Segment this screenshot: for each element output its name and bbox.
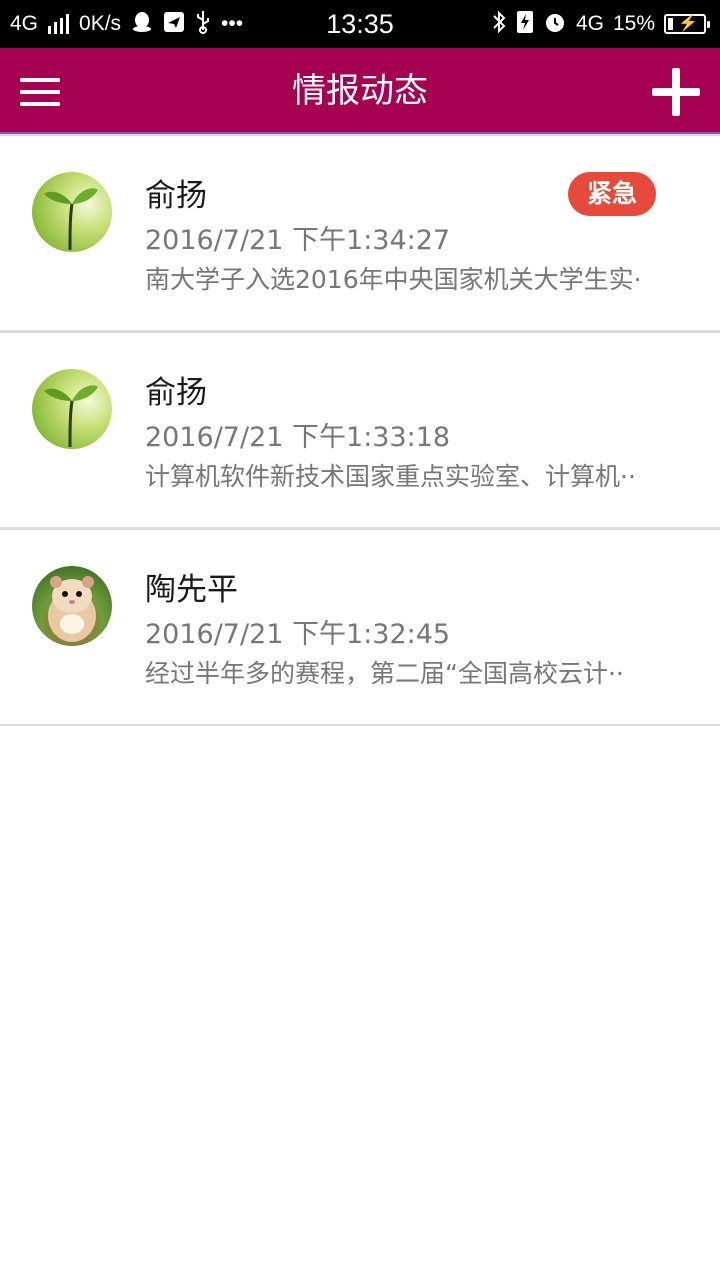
summary-text: 经过半年多的赛程，第二届“全国高校云计·· [145,659,624,688]
urgent-badge: 紧急 [568,172,656,216]
timestamp: 2016/7/21 下午1:32:45 [145,619,451,650]
list-item[interactable]: 陶先平 2016/7/21 下午1:32:45 经过半年多的赛程，第二届“全国高… [0,530,720,724]
usb-icon [195,10,211,38]
page-title: 情报动态 [292,71,428,111]
hamster-icon [48,576,96,642]
intel-list: 俞扬 紧急 2016/7/21 下午1:34:27 南大学子入选2016年中央国… [0,134,720,726]
sender-name: 陶先平 [145,572,238,608]
telegram-icon [163,11,185,37]
avatar [32,172,112,252]
app-bar: 情报动态 [0,48,720,134]
timestamp: 2016/7/21 下午1:34:27 [145,225,451,256]
list-item[interactable]: 俞扬 紧急 2016/7/21 下午1:34:27 南大学子入选2016年中央国… [0,136,720,330]
add-button[interactable] [652,68,700,116]
network-type-right: 4G [575,12,604,35]
bluetooth-icon [491,10,507,38]
network-type-left: 4G [10,12,39,35]
menu-button[interactable] [20,76,60,108]
status-right: 4G 15% ⚡ [491,0,710,48]
sprout-icon [44,385,98,448]
status-left: 4G 0K/s ••• [10,0,243,48]
sender-name: 俞扬 [145,178,207,214]
status-bar: 4G 0K/s ••• 13:35 4G 15% ⚡ [0,0,720,48]
list-item[interactable]: 俞扬 2016/7/21 下午1:33:18 计算机软件新技术国家重点实验室、计… [0,333,720,527]
sprout-icon [44,188,98,251]
charging-card-icon [516,10,534,38]
summary-text: 南大学子入选2016年中央国家机关大学生实· [145,265,642,294]
battery-icon: ⚡ [664,14,710,34]
qq-icon [131,11,153,37]
timestamp: 2016/7/21 下午1:33:18 [145,422,451,453]
network-speed: 0K/s [79,12,122,35]
alarm-icon [543,10,567,38]
battery-percent: 15% [612,12,655,35]
sender-name: 俞扬 [145,375,207,411]
divider [0,724,720,726]
more-notifications-icon: ••• [221,12,244,35]
avatar [32,566,112,646]
avatar [32,369,112,449]
signal-icon [48,14,70,34]
summary-text: 计算机软件新技术国家重点实验室、计算机·· [145,462,636,491]
